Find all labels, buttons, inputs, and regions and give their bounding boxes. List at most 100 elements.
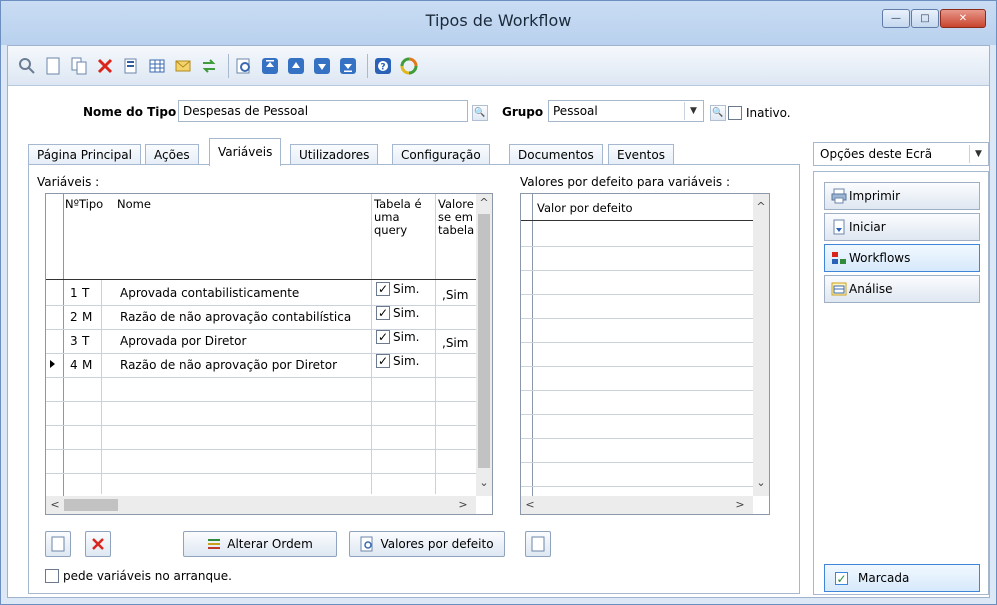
grupo-select[interactable]: Pessoal ▼ <box>548 100 704 122</box>
alterar-ordem-button[interactable]: Alterar Ordem <box>183 531 337 557</box>
nome-field[interactable]: Despesas de Pessoal <box>178 100 468 122</box>
inativo-checkbox[interactable] <box>728 106 742 120</box>
move-top-icon[interactable] <box>259 55 281 77</box>
tab-acoes[interactable]: Ações <box>145 144 199 166</box>
new-document-icon <box>531 536 545 552</box>
row3-tabela-label: Sim. <box>393 330 420 344</box>
row4-num: 4 <box>70 358 78 372</box>
properties-icon[interactable] <box>120 55 142 77</box>
scroll-left-arrow[interactable]: < <box>48 498 62 511</box>
row3-nome[interactable]: Aprovada por Diretor <box>120 334 246 348</box>
tab-configuracao[interactable]: Configuração <box>392 144 490 166</box>
row2-num: 2 <box>70 310 78 324</box>
scroll-up-arrow[interactable]: ^ <box>477 196 491 209</box>
row2-nome[interactable]: Razão de não aprovação contabilística <box>120 310 351 324</box>
opcoes-dropdown-label: Opções deste Ecrã <box>820 147 933 161</box>
window-title: Tipos de Workflow <box>425 11 572 30</box>
row3-tabela-checkbox[interactable]: ✓ <box>376 330 390 344</box>
tab-documentos[interactable]: Documentos <box>509 144 603 166</box>
toolbar-separator <box>367 53 368 78</box>
analise-button[interactable]: Análise <box>824 275 980 303</box>
row4-tabela-checkbox[interactable]: ✓ <box>376 354 390 368</box>
client-area: ? Nome do Tipo Despesas de Pessoal 🔍 Gru… <box>7 45 990 598</box>
workflows-button[interactable]: Workflows <box>824 244 980 272</box>
mail-icon[interactable] <box>172 55 194 77</box>
window-controls: — □ ✕ <box>881 9 986 28</box>
new-document-icon[interactable] <box>42 55 64 77</box>
new-default-button[interactable] <box>525 531 551 557</box>
col-nome-header: Nome <box>117 197 151 211</box>
grupo-search-icon[interactable]: 🔍 <box>710 105 726 121</box>
iniciar-button[interactable]: Iniciar <box>824 213 980 241</box>
vscroll-thumb[interactable] <box>478 214 490 468</box>
row1-valor[interactable]: ,Sim <box>442 288 468 302</box>
row1-nome[interactable]: Aprovada contabilisticamente <box>120 286 299 300</box>
check-icon: ✓ <box>835 571 848 586</box>
analise-label: Análise <box>849 282 893 296</box>
scroll-right-arrow[interactable]: > <box>456 498 470 511</box>
defaults-hscroll[interactable]: < > <box>521 496 753 514</box>
start-icon <box>831 219 847 235</box>
table-icon[interactable] <box>146 55 168 77</box>
opcoes-dropdown[interactable]: Opções deste Ecrã ▼ <box>813 142 989 166</box>
refresh-icon[interactable] <box>398 55 420 77</box>
nome-search-icon[interactable]: 🔍 <box>472 105 488 121</box>
toolbar-separator <box>228 53 229 78</box>
scroll-down-arrow[interactable]: ⌄ <box>477 476 491 489</box>
move-up-icon[interactable] <box>285 55 307 77</box>
row1-tabela-label: Sim. <box>393 282 420 296</box>
search-icon[interactable] <box>16 55 38 77</box>
maximize-button[interactable]: □ <box>911 9 939 28</box>
marcada-button[interactable]: ✓ Marcada <box>824 564 980 592</box>
row3-valor[interactable]: ,Sim <box>442 336 468 350</box>
new-variable-button[interactable] <box>45 531 71 557</box>
workflows-label: Workflows <box>849 251 911 265</box>
row4-tabela-label: Sim. <box>393 354 420 368</box>
grupo-value: Pessoal <box>553 104 598 118</box>
variaveis-panel: Variáveis : Nº Tipo Nome Tabela é uma qu… <box>28 164 800 594</box>
variaveis-hscroll[interactable]: < > <box>46 496 476 514</box>
window: Tipos de Workflow — □ ✕ ? Nome do Tipo D… <box>0 0 997 605</box>
tab-eventos[interactable]: Eventos <box>608 144 674 166</box>
variaveis-vscroll[interactable]: ^ ⌄ <box>476 194 492 496</box>
reorder-icon <box>207 537 221 551</box>
close-button[interactable]: ✕ <box>940 9 986 28</box>
workflow-icon <box>831 250 847 266</box>
delete-variable-button[interactable] <box>85 531 111 557</box>
defaults-vscroll[interactable]: ^ ⌄ <box>753 194 769 496</box>
tab-variaveis[interactable]: Variáveis <box>209 138 282 166</box>
row1-tabela-checkbox[interactable]: ✓ <box>376 282 390 296</box>
col-valor-defeito-header: Valor por defeito <box>537 201 633 215</box>
nome-label: Nome do Tipo <box>83 105 177 119</box>
imprimir-button[interactable]: Imprimir <box>824 182 980 210</box>
hscroll-thumb[interactable] <box>64 499 118 511</box>
help-icon[interactable]: ? <box>372 55 394 77</box>
iniciar-label: Iniciar <box>849 220 886 234</box>
valores-defeito-button[interactable]: Valores por defeito <box>349 531 505 557</box>
move-down-icon[interactable] <box>311 55 333 77</box>
tab-utilizadores[interactable]: Utilizadores <box>290 144 379 166</box>
row2-tabela-label: Sim. <box>393 306 420 320</box>
scroll-left-arrow[interactable]: < <box>523 498 537 511</box>
delete-icon[interactable] <box>94 55 116 77</box>
copy-icon[interactable] <box>68 55 90 77</box>
imprimir-label: Imprimir <box>849 189 901 203</box>
header-row: Nome do Tipo Despesas de Pessoal 🔍 Grupo… <box>8 100 989 126</box>
scroll-down-arrow[interactable]: ⌄ <box>754 476 768 489</box>
delete-icon <box>92 538 104 550</box>
minimize-button[interactable]: — <box>882 9 910 28</box>
scroll-up-arrow[interactable]: ^ <box>754 200 768 213</box>
scroll-right-arrow[interactable]: > <box>733 498 747 511</box>
defaults-grid[interactable]: Valor por defeito ^ ⌄ < > <box>520 193 770 515</box>
transfer-icon[interactable] <box>198 55 220 77</box>
variaveis-grid[interactable]: Nº Tipo Nome Tabela é uma query Valore s … <box>45 193 493 515</box>
pede-variaveis-checkbox[interactable] <box>45 569 59 583</box>
new-document-icon <box>51 536 65 552</box>
move-bottom-icon[interactable] <box>337 55 359 77</box>
preview-icon[interactable] <box>233 55 255 77</box>
row2-tabela-checkbox[interactable]: ✓ <box>376 306 390 320</box>
tab-pagina-principal[interactable]: Página Principal <box>28 144 141 166</box>
row4-nome[interactable]: Razão de não aprovação por Diretor <box>120 358 337 372</box>
title-bar: Tipos de Workflow — □ ✕ <box>1 1 996 43</box>
col-valores-header: Valores se em tabela <box>438 198 474 237</box>
